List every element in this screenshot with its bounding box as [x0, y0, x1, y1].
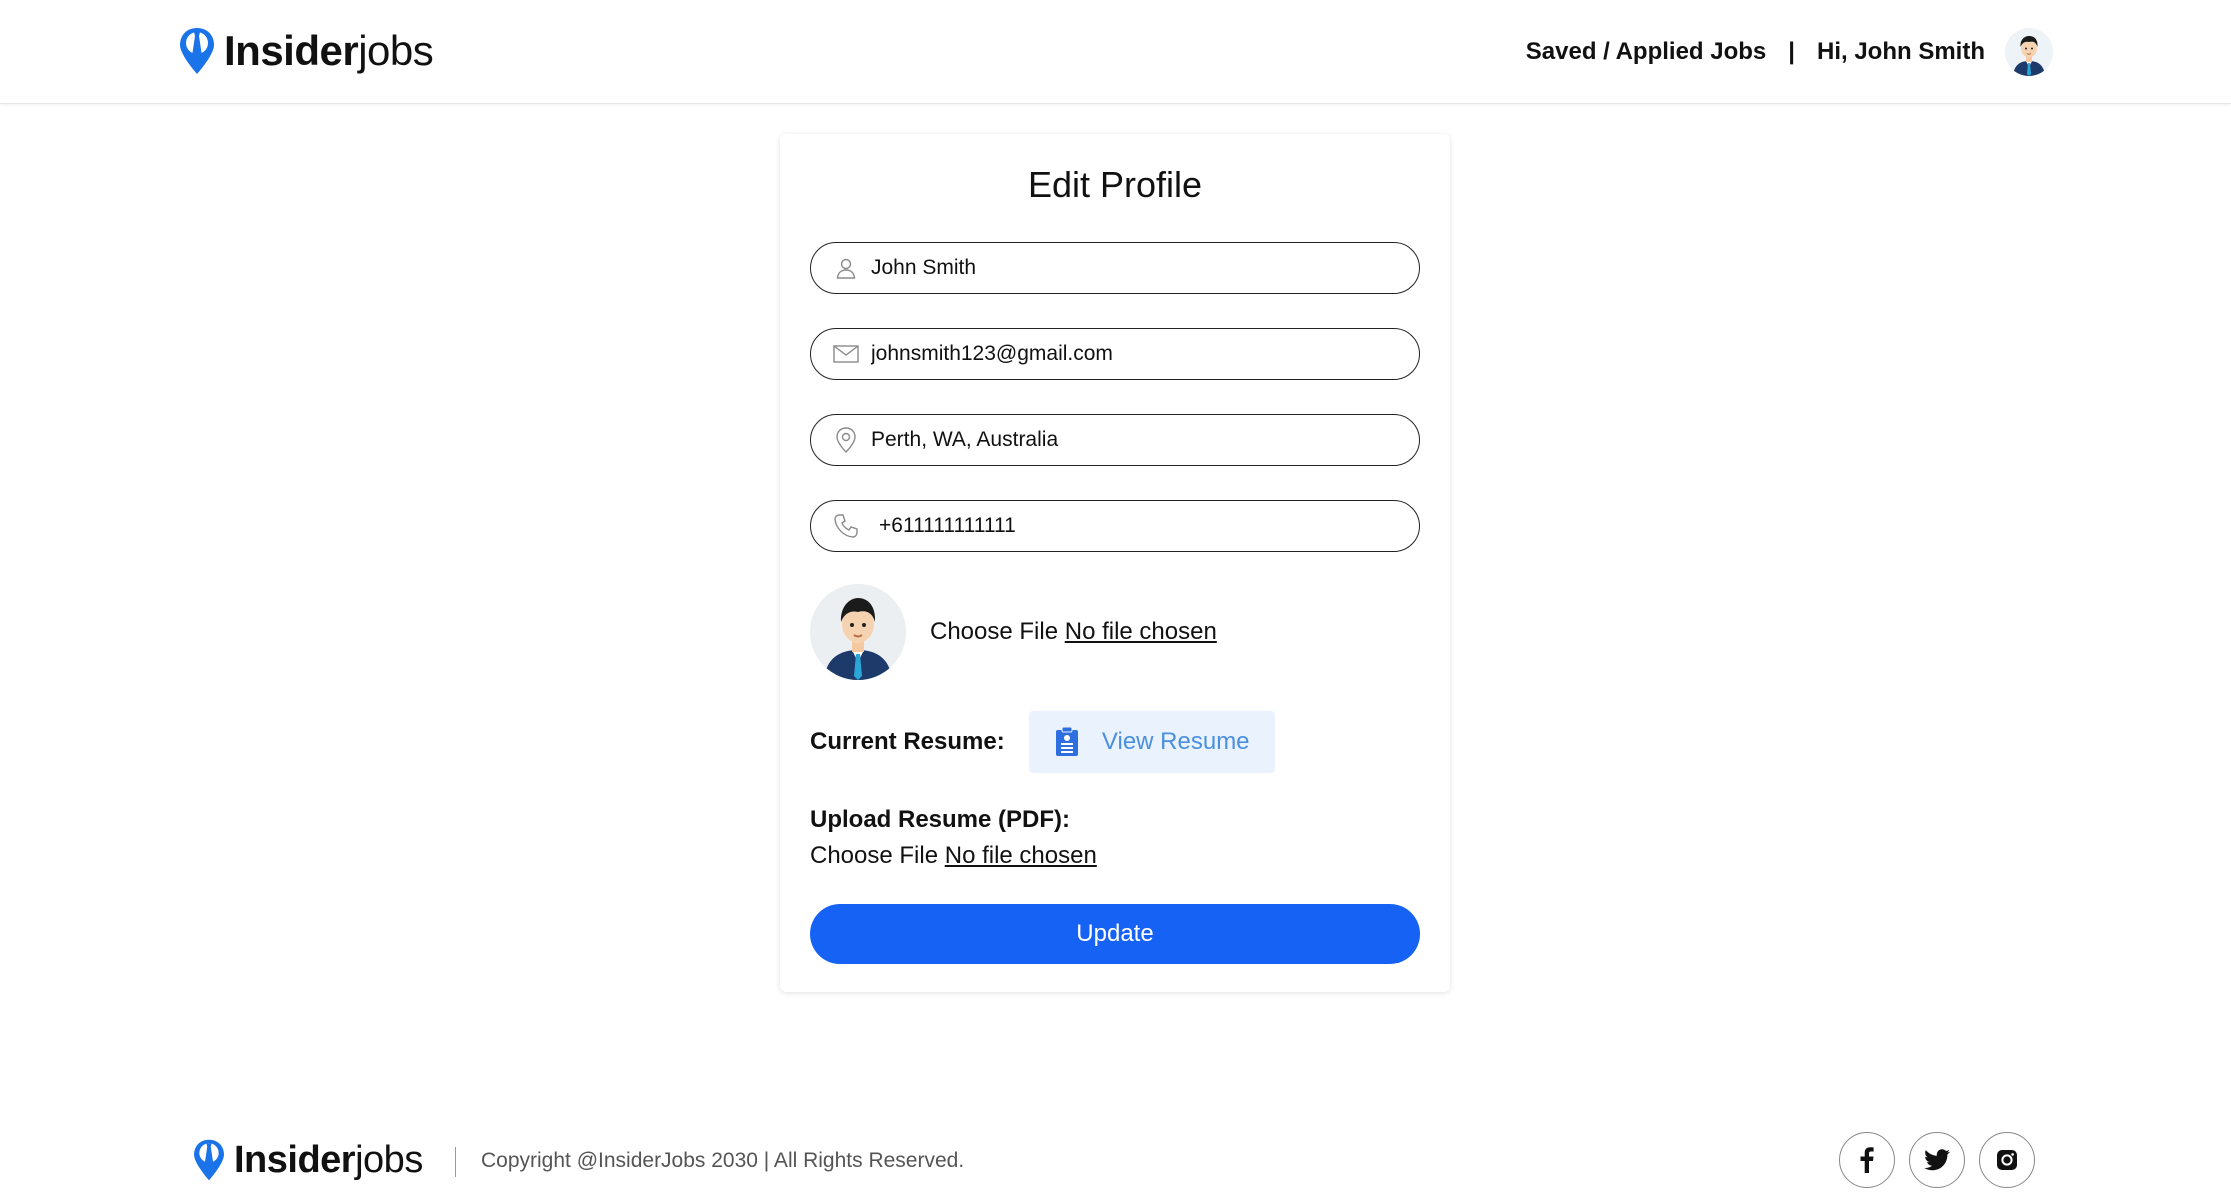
edit-profile-card: Edit Profile John Smith johnsmith123@gma… [780, 134, 1450, 992]
location-input[interactable] [871, 428, 1391, 452]
user-greeting: Hi, John Smith [1817, 38, 1985, 65]
profile-photo-image [810, 584, 906, 680]
user-icon [833, 255, 859, 281]
upload-resume-label: Upload Resume (PDF): [810, 806, 1071, 833]
name-field[interactable] [810, 242, 1420, 294]
document-icon [1055, 726, 1078, 756]
copyright-text: Copyright @InsiderJobs 2030 | All Rights… [481, 1149, 965, 1172]
phone-field[interactable] [810, 500, 1420, 552]
resume-file-status: No file chosen [944, 842, 1097, 869]
social-links [1825, 1132, 2035, 1188]
mail-icon [833, 341, 859, 367]
footer-brand-bold: Insider [234, 1139, 356, 1181]
instagram-link[interactable] [1979, 1132, 2035, 1188]
facebook-link[interactable] [1839, 1132, 1895, 1188]
resume-choose-file-button[interactable]: Choose File [810, 842, 938, 869]
avatar-image [2005, 28, 2053, 76]
footer-divider [455, 1147, 456, 1177]
top-navbar: Insiderjobs Saved / Applied Jobs | Hi, J… [0, 0, 2231, 104]
photo-choose-file-button[interactable]: Choose File [930, 618, 1058, 645]
brand-logo[interactable]: Insiderjobs [178, 26, 434, 76]
footer-brand-light: jobs [355, 1139, 423, 1181]
avatar[interactable] [2005, 28, 2053, 76]
view-resume-label: View Resume [1101, 728, 1250, 755]
resume-file-input[interactable]: Choose File No file chosen [810, 842, 1097, 870]
photo-file-status: No file chosen [1064, 618, 1217, 645]
saved-applied-jobs-link[interactable]: Saved / Applied Jobs [1526, 38, 1767, 66]
photo-file-input[interactable]: Choose File No file chosen [930, 618, 1217, 646]
twitter-icon [1924, 1149, 1950, 1171]
view-resume-button[interactable]: View Resume [1028, 711, 1275, 773]
brand-name-bold: Insider [224, 27, 359, 74]
facebook-icon [1860, 1147, 1874, 1173]
twitter-link[interactable] [1909, 1132, 1965, 1188]
nav-separator: | [1788, 38, 1795, 65]
email-input[interactable] [871, 342, 1391, 366]
insiderjobs-logo-icon [180, 28, 214, 74]
page-title: Edit Profile [1027, 164, 1203, 205]
instagram-icon [1997, 1150, 2017, 1170]
current-resume-label: Current Resume: [810, 728, 1005, 755]
footer-brand-logo[interactable]: Insiderjobs [192, 1138, 423, 1182]
phone-input[interactable] [879, 514, 1399, 538]
location-pin-icon [833, 427, 859, 453]
brand-name-light: jobs [358, 27, 434, 74]
user-nav: Saved / Applied Jobs | Hi, John Smith [1526, 28, 2053, 76]
profile-photo[interactable] [810, 584, 906, 680]
current-resume-row: Current Resume: View Resume [810, 711, 1275, 773]
name-input[interactable] [871, 256, 1391, 280]
email-field[interactable] [810, 328, 1420, 380]
phone-icon [833, 513, 859, 539]
insiderjobs-logo-icon [194, 1139, 224, 1181]
location-field[interactable] [810, 414, 1420, 466]
update-button[interactable]: Update [810, 904, 1420, 964]
profile-photo-row: Choose File No file chosen [810, 584, 1217, 680]
